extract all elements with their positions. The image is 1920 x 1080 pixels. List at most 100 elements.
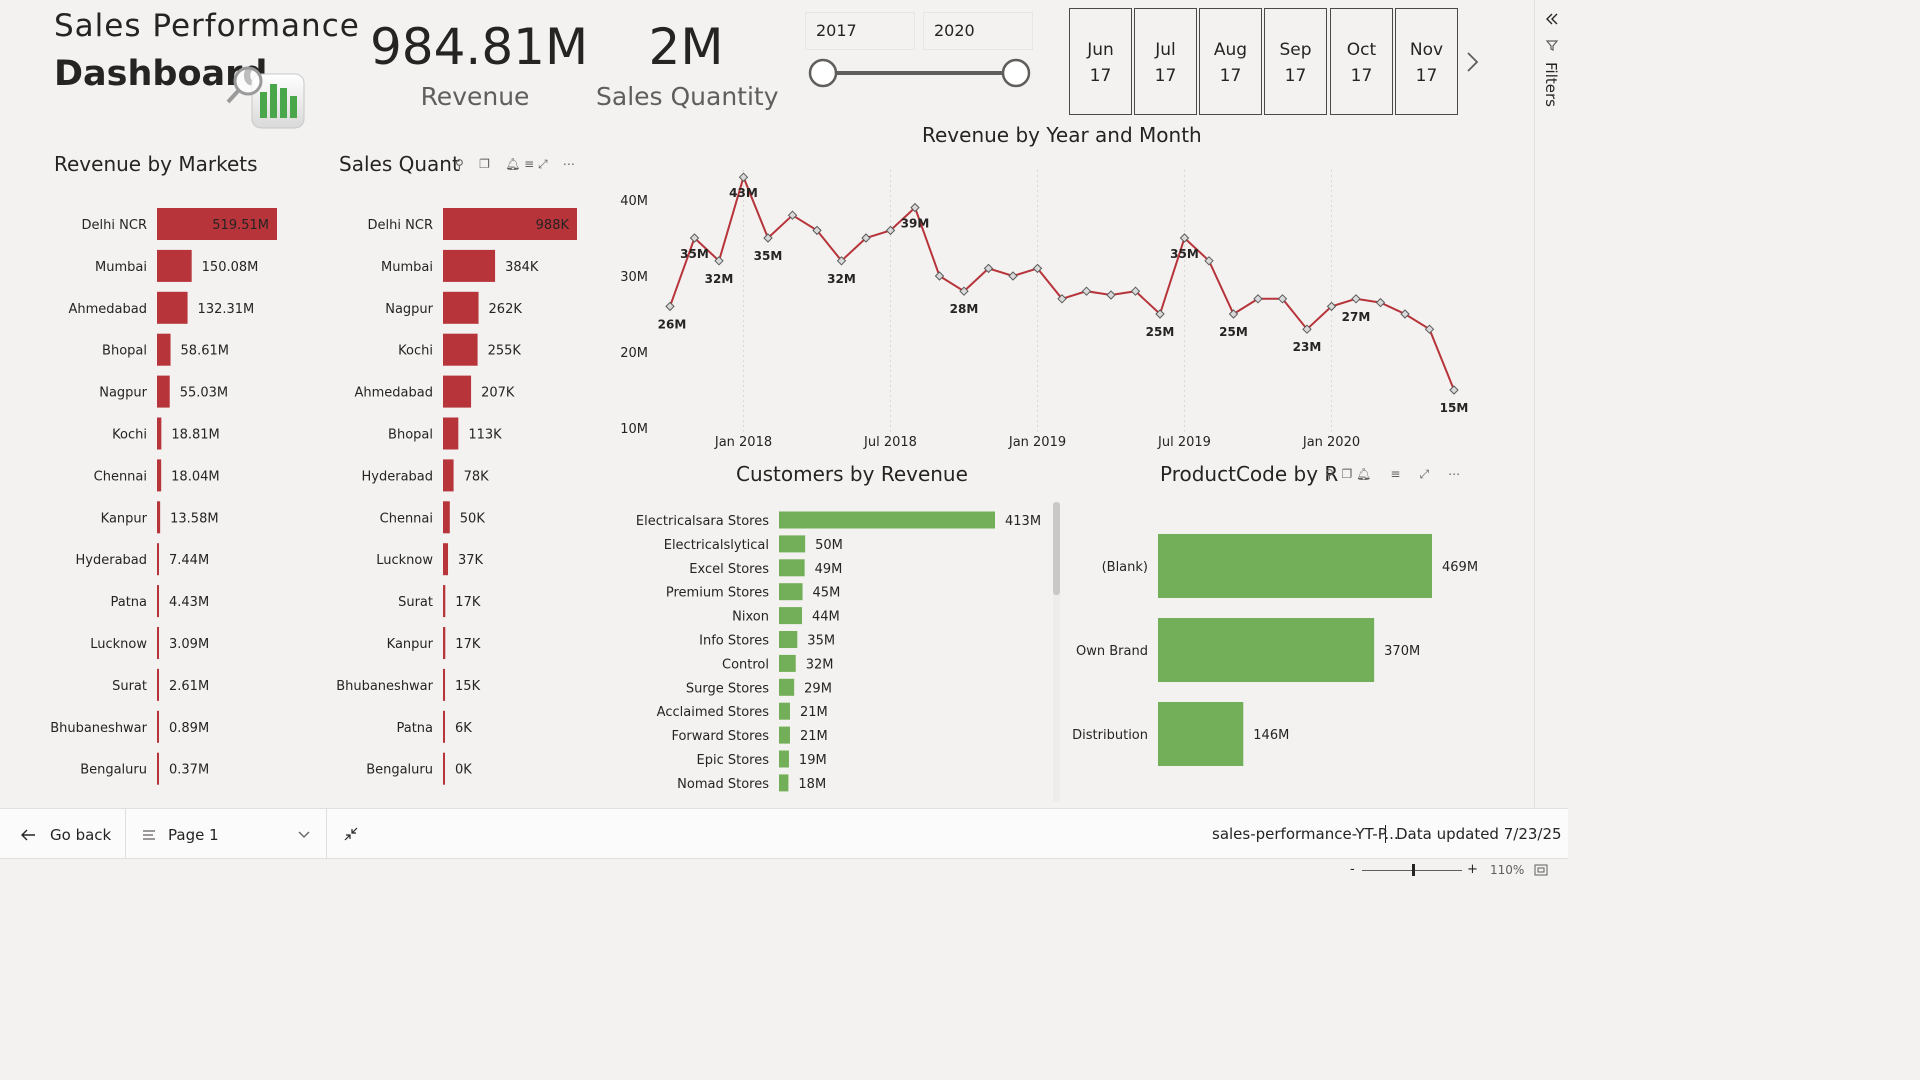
pin-icon[interactable]: ⚲	[455, 157, 464, 171]
bar[interactable]	[443, 501, 450, 534]
bar[interactable]	[443, 752, 445, 785]
more-options-icon[interactable]: ⋯	[1448, 467, 1460, 481]
year-range-slider[interactable]	[805, 56, 1035, 90]
zoom-out-button[interactable]: -	[1350, 862, 1355, 877]
bar[interactable]	[443, 459, 454, 492]
copy-icon[interactable]: ❐	[479, 157, 490, 171]
more-options-icon[interactable]: ⋯	[563, 157, 575, 171]
filters-pane[interactable]: Filters	[1534, 0, 1568, 808]
filter-icon[interactable]: ≡	[1390, 467, 1400, 481]
bar[interactable]	[157, 291, 188, 324]
bar[interactable]	[1158, 534, 1432, 598]
bar[interactable]	[1158, 702, 1244, 766]
customers-scrollbar[interactable]	[1053, 502, 1060, 802]
month-tile[interactable]: Jun 17	[1069, 8, 1132, 115]
bar[interactable]	[779, 535, 806, 553]
bar[interactable]	[443, 375, 472, 408]
bell-icon[interactable]: 🔔︎	[505, 157, 520, 171]
month-tile[interactable]: Sep 17	[1264, 8, 1327, 115]
bar[interactable]	[157, 501, 161, 534]
data-point[interactable]	[1081, 286, 1092, 296]
bar[interactable]	[779, 702, 790, 720]
data-point[interactable]	[1106, 290, 1116, 300]
data-label: 19M	[799, 753, 827, 768]
bar[interactable]	[157, 459, 162, 492]
year-to-input[interactable]: 2020	[923, 12, 1033, 50]
bar[interactable]	[779, 654, 796, 672]
data-point[interactable]	[1008, 271, 1018, 281]
revenue-kpi-value: 984.81M	[370, 18, 589, 76]
bar[interactable]	[443, 417, 459, 450]
year-slider-end-handle[interactable]	[1001, 58, 1031, 88]
bar[interactable]	[779, 631, 798, 648]
bar[interactable]	[157, 752, 159, 785]
month-tile[interactable]: Jul 17	[1134, 8, 1197, 115]
bar[interactable]	[443, 627, 446, 659]
revenue-line-chart[interactable]: 40M 30M 20M 10M Jan 2018 Jul 2018 Jan 2019 Jul …	[606, 150, 1486, 460]
customers-bar-chart[interactable]: Electricalsara Stores 413M Electricalslyti…	[606, 500, 1056, 800]
data-point[interactable]	[665, 301, 675, 312]
page-selector[interactable]: Page 1	[142, 823, 317, 847]
bell-icon[interactable]: 🔔︎	[1356, 467, 1371, 481]
minimize-icon[interactable]	[344, 827, 358, 841]
category-label: Lucknow	[376, 553, 433, 568]
data-point[interactable]	[1375, 297, 1386, 308]
data-label: 18M	[798, 777, 826, 792]
fit-to-page-icon[interactable]	[1534, 864, 1548, 876]
chevron-right-icon[interactable]	[1464, 50, 1482, 74]
bar[interactable]	[779, 774, 789, 792]
bar[interactable]	[443, 668, 446, 701]
zoom-in-button[interactable]: +	[1467, 862, 1478, 877]
bar[interactable]	[157, 375, 170, 408]
revenue-series-line[interactable]	[669, 174, 1455, 391]
data-point[interactable]	[738, 172, 749, 182]
bar[interactable]	[779, 559, 805, 577]
year-slider-start-handle[interactable]	[808, 58, 838, 88]
bar[interactable]	[779, 678, 795, 696]
data-point[interactable]	[1351, 294, 1361, 304]
quantity-bar-chart[interactable]: Delhi NCR 988K Mumbai 384K Nagpur 262K Kochi 25…	[330, 200, 600, 790]
month-tile[interactable]: Nov 17	[1395, 8, 1458, 115]
copy-icon[interactable]: ❐	[1341, 467, 1352, 481]
focus-mode-icon[interactable]: ⤢	[538, 157, 548, 171]
month-tile[interactable]: Aug 17	[1199, 8, 1262, 115]
bar[interactable]	[779, 583, 803, 601]
bar[interactable]	[157, 627, 159, 659]
pin-icon[interactable]: ⚲	[1325, 467, 1334, 481]
bar[interactable]	[157, 249, 192, 282]
bar[interactable]	[443, 291, 479, 324]
year-from-input[interactable]: 2017	[805, 12, 915, 50]
bar[interactable]	[443, 710, 445, 743]
bar[interactable]	[443, 333, 478, 366]
bar[interactable]	[157, 333, 171, 366]
bar[interactable]	[779, 607, 803, 625]
visual-header-icons[interactable]: ⚲ ❐ 🔔︎ ≡ ⤢ ⋯	[1325, 467, 1460, 482]
data-point[interactable]	[1449, 385, 1459, 395]
bar[interactable]	[157, 543, 159, 576]
markets-bar-chart[interactable]: Delhi NCR 519.51M Mumbai 150.08M Ahmedabad 13…	[40, 200, 330, 790]
bar[interactable]	[157, 710, 159, 743]
product-bar-chart[interactable]: (Blank) 469M Own Brand 370M Distribution 146M	[1064, 520, 1504, 780]
bar[interactable]	[157, 668, 159, 701]
point-label: 32M	[705, 272, 734, 286]
bar[interactable]	[443, 585, 446, 618]
filter-icon[interactable]: ≡	[524, 157, 534, 171]
bar[interactable]	[443, 543, 449, 576]
visual-header-icons[interactable]: ⚲ ❐ 🔔︎ ≡ ⤢ ⋯	[455, 157, 575, 172]
data-label: 13.58M	[170, 511, 218, 526]
bar[interactable]	[779, 511, 995, 529]
scrollbar-thumb[interactable]	[1053, 502, 1060, 595]
bar[interactable]	[157, 585, 159, 618]
bar[interactable]	[779, 750, 789, 768]
bar[interactable]	[443, 249, 496, 282]
go-back-button[interactable]: Go back	[20, 823, 120, 847]
collapse-left-icon[interactable]	[1545, 12, 1559, 26]
bar[interactable]	[1158, 618, 1375, 682]
zoom-slider-handle[interactable]	[1412, 864, 1415, 876]
bar[interactable]	[157, 417, 162, 450]
focus-mode-icon[interactable]: ⤢	[1419, 467, 1429, 481]
data-label: 55.03M	[180, 386, 228, 401]
filters-label[interactable]: Filters	[1542, 62, 1560, 107]
month-tile[interactable]: Oct 17	[1330, 8, 1393, 115]
bar[interactable]	[779, 726, 790, 744]
